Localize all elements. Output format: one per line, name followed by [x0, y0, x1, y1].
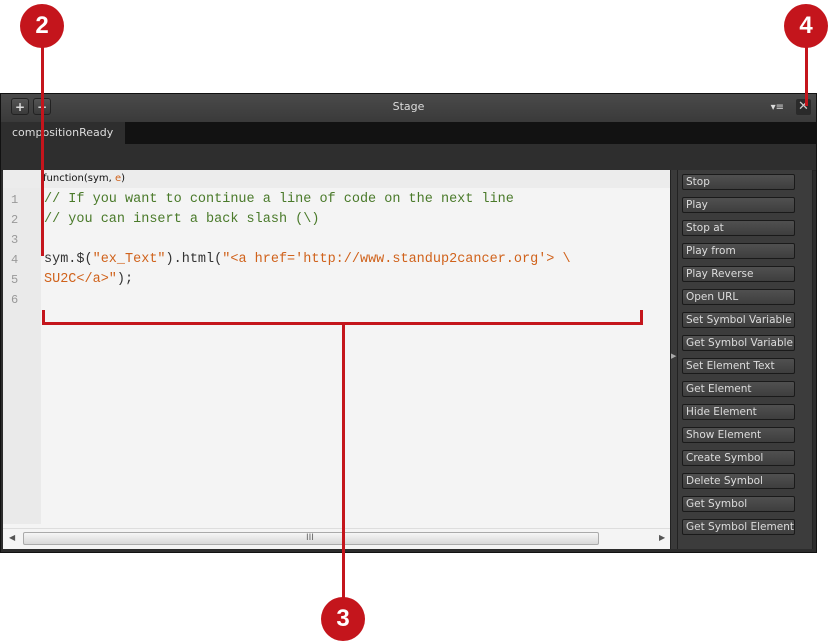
code-line[interactable]: 6 — [3, 290, 670, 310]
function-signature-text: function(sym, — [43, 173, 115, 184]
code-token-string: "ex_Text" — [92, 252, 166, 267]
tab-compositionready[interactable]: compositionReady — [1, 122, 125, 144]
close-icon[interactable]: ✕ — [796, 99, 811, 115]
code-token-plain: sym.$( — [44, 252, 93, 267]
line-content: sym.$("ex_Text").html("<a href='http://w… — [44, 250, 571, 270]
code-snippets-panel: Stop Play Stop at Play from Play Reverse Open… — [678, 170, 813, 549]
snippet-button-open-url[interactable]: Open URL — [682, 289, 795, 305]
editor-toolbar — [1, 144, 816, 171]
snippet-button-show-element[interactable]: Show Element — [682, 427, 795, 443]
snippet-button-play[interactable]: Play — [682, 197, 795, 213]
callout-4: 4 — [784, 4, 828, 48]
snippet-button-set-element-text[interactable]: Set Element Text — [682, 358, 795, 374]
snippet-button-play-from[interactable]: Play from — [682, 243, 795, 259]
callout-3: 3 — [321, 597, 365, 641]
snippet-button-stop-at[interactable]: Stop at — [682, 220, 795, 236]
callout-2-leader — [41, 40, 44, 256]
snippet-button-stop[interactable]: Stop — [682, 174, 795, 190]
code-token-plain: ).html( — [165, 252, 223, 267]
callout-4-leader — [805, 40, 808, 106]
code-line[interactable]: 2 // you can insert a back slash (\) — [3, 210, 670, 230]
snippet-button-play-reverse[interactable]: Play Reverse — [682, 266, 795, 282]
snippet-button-get-symbol-variable[interactable]: Get Symbol Variable — [682, 335, 795, 351]
snippet-button-get-element[interactable]: Get Element — [682, 381, 795, 397]
line-number: 5 — [11, 273, 19, 287]
snippet-button-set-symbol-variable[interactable]: Set Symbol Variable — [682, 312, 795, 328]
code-token-string: SU2C</a>" — [44, 272, 117, 287]
code-token-comment: // If you want to continue a line of cod… — [44, 192, 514, 207]
code-line[interactable]: 1 // If you want to continue a line of co… — [3, 190, 670, 210]
snippet-button-get-symbol-element[interactable]: Get Symbol Element — [682, 519, 795, 535]
line-number: 3 — [11, 233, 19, 247]
line-number: 6 — [11, 293, 19, 307]
line-number: 4 — [11, 253, 19, 267]
function-signature: function(sym, e) — [3, 170, 670, 188]
scrollbar-thumb[interactable]: III — [23, 532, 599, 545]
panel-titlebar: + − Stage ▾≡ ✕ — [1, 94, 816, 123]
line-content: // If you want to continue a line of cod… — [44, 190, 514, 210]
tab-bar: compositionReady — [1, 122, 816, 144]
callout-3-leader — [342, 322, 345, 602]
panel-splitter[interactable]: ▶ — [670, 170, 678, 549]
line-content: // you can insert a back slash (\) — [44, 210, 319, 230]
scroll-grip-icon: III — [306, 533, 314, 543]
callout-2: 2 — [20, 4, 64, 48]
line-number: 2 — [11, 213, 19, 227]
collapse-arrow-icon[interactable]: ▶ — [671, 352, 676, 360]
function-close: ) — [121, 173, 126, 184]
scroll-right-icon[interactable]: ▶ — [659, 533, 665, 542]
line-number: 1 — [11, 193, 19, 207]
horizontal-scrollbar[interactable]: ◀ III ▶ — [3, 528, 670, 549]
line-content: SU2C</a>"); — [44, 270, 133, 290]
code-lines[interactable]: 1 // If you want to continue a line of co… — [3, 190, 670, 310]
snippet-button-hide-element[interactable]: Hide Element — [682, 404, 795, 420]
panel-title: Stage — [392, 100, 425, 113]
code-line[interactable]: 5 SU2C</a>"); — [3, 270, 670, 290]
code-token-plain: ); — [116, 272, 134, 287]
code-line[interactable]: 3 — [3, 230, 670, 250]
snippet-button-delete-symbol[interactable]: Delete Symbol — [682, 473, 795, 489]
snippet-button-get-symbol[interactable]: Get Symbol — [682, 496, 795, 512]
code-editor[interactable]: function(sym, e) 1 // If you want to cont… — [3, 170, 670, 549]
code-token-comment: // you can insert a back slash (\) — [44, 212, 320, 227]
scroll-left-icon[interactable]: ◀ — [9, 533, 15, 542]
code-token-string: "<a href='http://www.standup2cancer.org'… — [222, 252, 571, 267]
snippet-button-create-symbol[interactable]: Create Symbol — [682, 450, 795, 466]
panel-menu-icon[interactable]: ▾≡ — [771, 102, 784, 113]
code-line[interactable]: 4 sym.$("ex_Text").html("<a href='http://… — [3, 250, 670, 270]
